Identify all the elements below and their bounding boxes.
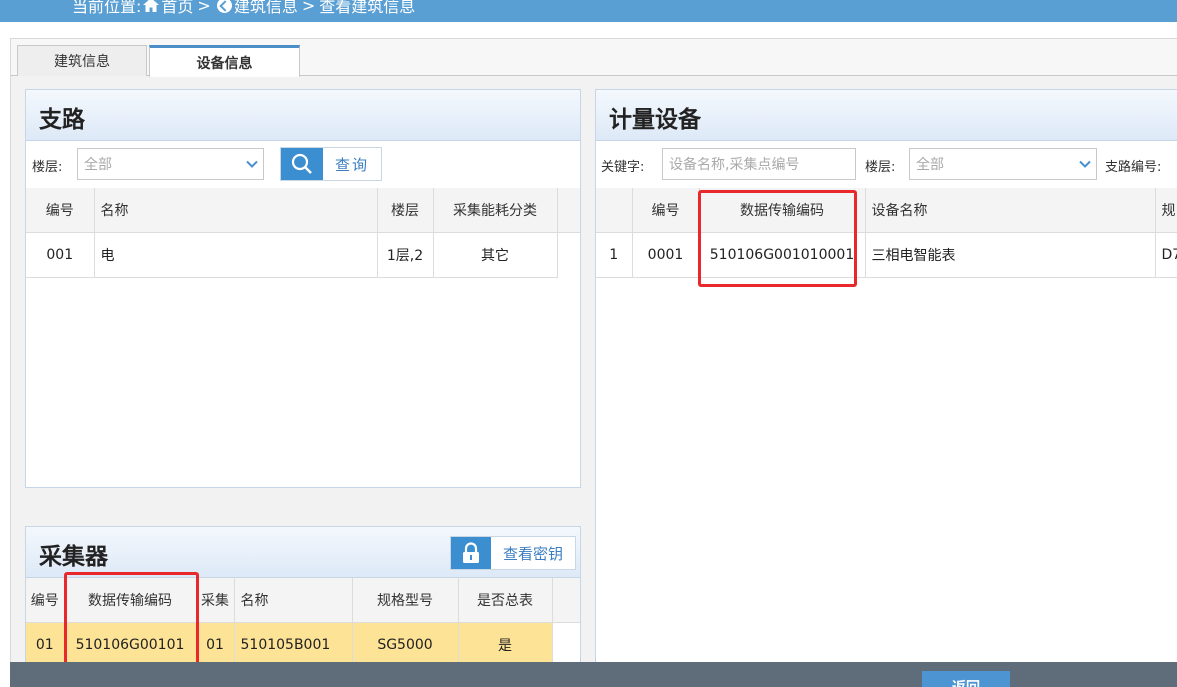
meter-keyword-label: 关键字: bbox=[601, 160, 645, 175]
cell-device-name: 三相电智能表 bbox=[865, 232, 1156, 278]
cell-name: 510105B001 bbox=[234, 622, 353, 665]
column-header[interactable]: 规格型号 bbox=[352, 578, 459, 623]
meter-floor-select-value: 全部 bbox=[916, 157, 944, 173]
cell-id: 01 bbox=[26, 622, 65, 665]
cell-is-total: 是 bbox=[458, 622, 553, 665]
meter-table: 编号 数据传输编码 设备名称 规 1 0001 510106G001010001… bbox=[596, 188, 1177, 278]
breadcrumb-prefix: 当前位置: bbox=[72, 0, 142, 16]
column-header[interactable]: 是否总表 bbox=[458, 578, 553, 623]
collector-panel-title: 采集器 bbox=[39, 544, 108, 570]
breadcrumb: 当前位置: 首页 > 建筑信息 > 查看建筑信息 bbox=[72, 0, 415, 17]
collector-table: 编号 数据传输编码 采集 名称 规格型号 是否总表 01 510106G0010… bbox=[26, 578, 580, 665]
breadcrumb-building-link[interactable]: 建筑信息 bbox=[234, 0, 298, 17]
breadcrumb-home-link[interactable]: 首页 bbox=[161, 0, 193, 17]
cell-id: 001 bbox=[26, 232, 95, 278]
search-icon bbox=[281, 148, 323, 180]
chevron-down-icon bbox=[1079, 160, 1091, 168]
meter-panel: 计量设备 关键字: 设备名称,采集点编号 楼层: 全部 支路编号: 编号 数据传… bbox=[595, 89, 1177, 669]
collector-panel: 采集器 查看密钥 编号 数据传输编码 采集 名称 规格型号 是否总表 01 51… bbox=[25, 526, 581, 666]
column-header[interactable]: 楼层 bbox=[377, 188, 434, 233]
main-content: 建筑信息 设备信息 支路 楼层: 全部 查询 编号 名称 楼层 采集能耗分类 0… bbox=[10, 38, 1177, 669]
branch-floor-select[interactable]: 全部 bbox=[77, 148, 264, 180]
cell-transmission-code: 510106G00101 bbox=[64, 622, 197, 665]
column-header bbox=[596, 188, 633, 233]
table-header-row: 编号 数据传输编码 设备名称 规 bbox=[596, 188, 1177, 233]
back-button[interactable]: 返回 bbox=[922, 671, 1010, 687]
meter-panel-title: 计量设备 bbox=[609, 107, 701, 133]
cell-transmission-code: 510106G001010001 bbox=[699, 232, 866, 278]
table-row[interactable]: 001 电 1层,2 其它 bbox=[26, 232, 580, 278]
tab-device-info[interactable]: 设备信息 bbox=[149, 45, 300, 77]
cell-model: D7 bbox=[1155, 232, 1177, 278]
cell-model: SG5000 bbox=[352, 622, 459, 665]
home-icon bbox=[143, 0, 160, 12]
table-row-selected[interactable]: 01 510106G00101 01 510105B001 SG5000 是 bbox=[26, 622, 580, 665]
meter-floor-select[interactable]: 全部 bbox=[909, 148, 1097, 180]
chevron-down-icon bbox=[246, 160, 258, 168]
scroll-gutter bbox=[557, 188, 580, 233]
branch-panel: 支路 楼层: 全部 查询 编号 名称 楼层 采集能耗分类 001 电 1层,2 … bbox=[25, 89, 581, 488]
branch-table: 编号 名称 楼层 采集能耗分类 001 电 1层,2 其它 bbox=[26, 188, 580, 278]
cell-id: 0001 bbox=[632, 232, 700, 278]
column-header[interactable]: 编号 bbox=[632, 188, 700, 233]
meter-keyword-placeholder: 设备名称,采集点编号 bbox=[669, 157, 800, 173]
cell-collector-no: 01 bbox=[196, 622, 235, 665]
branch-query-button[interactable]: 查询 bbox=[280, 147, 383, 181]
lock-icon bbox=[451, 537, 491, 569]
view-key-button[interactable]: 查看密钥 bbox=[450, 536, 577, 570]
column-header[interactable]: 编号 bbox=[26, 578, 65, 623]
tab-building-info[interactable]: 建筑信息 bbox=[17, 45, 147, 76]
branch-floor-select-value: 全部 bbox=[84, 157, 112, 173]
meter-keyword-input[interactable]: 设备名称,采集点编号 bbox=[662, 148, 856, 180]
column-header[interactable]: 采集 bbox=[196, 578, 235, 623]
cell-name: 电 bbox=[94, 232, 378, 278]
breadcrumb-current: 查看建筑信息 bbox=[319, 0, 416, 16]
breadcrumb-separator: > bbox=[301, 0, 316, 15]
column-header[interactable]: 采集能耗分类 bbox=[433, 188, 558, 233]
meter-panel-header: 计量设备 bbox=[596, 90, 1177, 141]
branch-floor-label: 楼层: bbox=[32, 160, 63, 175]
branch-panel-header: 支路 bbox=[26, 90, 580, 141]
branch-query-label: 查询 bbox=[335, 155, 370, 174]
table-row[interactable]: 1 0001 510106G001010001 三相电智能表 D7 bbox=[596, 232, 1177, 278]
tab-bar: 建筑信息 设备信息 bbox=[11, 39, 1177, 77]
view-key-label: 查看密钥 bbox=[503, 544, 564, 563]
column-header[interactable]: 数据传输编码 bbox=[64, 578, 197, 623]
column-header[interactable]: 名称 bbox=[234, 578, 353, 623]
meter-branch-label: 支路编号: bbox=[1105, 160, 1162, 175]
cell-floor: 1层,2 bbox=[377, 232, 434, 278]
scroll-gutter bbox=[552, 578, 580, 623]
footer-bar: 返回 bbox=[10, 662, 1177, 687]
cell-index: 1 bbox=[596, 232, 633, 278]
cell-category: 其它 bbox=[433, 232, 558, 278]
empty-cell bbox=[552, 622, 580, 665]
column-header[interactable]: 设备名称 bbox=[865, 188, 1156, 233]
top-bar: 当前位置: 首页 > 建筑信息 > 查看建筑信息 bbox=[0, 0, 1177, 22]
circle-arrow-icon bbox=[216, 0, 232, 13]
column-header[interactable]: 编号 bbox=[26, 188, 95, 233]
empty-cell bbox=[557, 232, 580, 277]
column-header[interactable]: 数据传输编码 bbox=[699, 188, 866, 233]
branch-panel-title: 支路 bbox=[39, 107, 85, 133]
collector-panel-header: 采集器 查看密钥 bbox=[26, 527, 580, 578]
table-header-row: 编号 数据传输编码 采集 名称 规格型号 是否总表 bbox=[26, 578, 580, 623]
table-header-row: 编号 名称 楼层 采集能耗分类 bbox=[26, 188, 580, 233]
column-header[interactable]: 规 bbox=[1155, 188, 1177, 233]
meter-floor-label: 楼层: bbox=[865, 160, 896, 175]
breadcrumb-separator: > bbox=[197, 0, 211, 15]
column-header[interactable]: 名称 bbox=[94, 188, 378, 233]
